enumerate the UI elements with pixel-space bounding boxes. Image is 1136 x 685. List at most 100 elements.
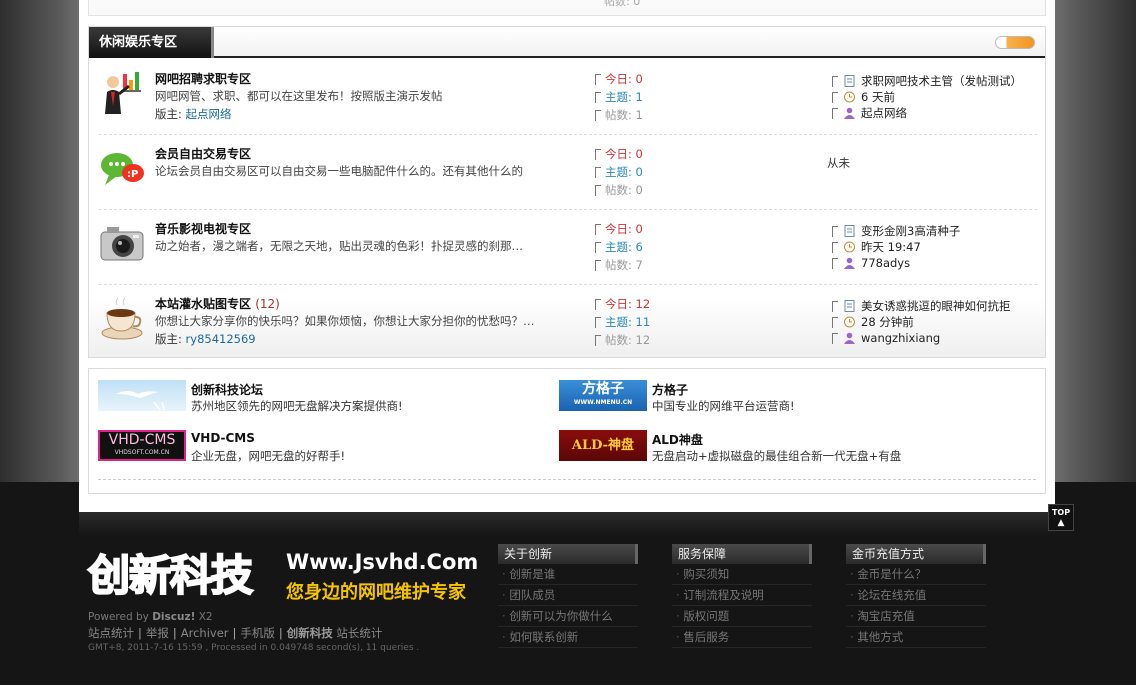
back-to-top-button[interactable]: TOP ▲ [1048, 504, 1074, 531]
last-post-user[interactable]: 起点网络 [861, 106, 907, 120]
footer-column-about: 关于创新 创新是谁 团队成员 创新可以为你做什么 如何联系创新 [498, 544, 638, 648]
link-name[interactable]: 方格子 [652, 381, 688, 398]
category-title[interactable]: 休闲娱乐专区 [89, 27, 214, 58]
footer-link[interactable]: 如何联系创新 [498, 627, 638, 648]
friend-link[interactable]: 方格子 WWW.NMENU.CN 方格子 中国专业的网维平台运营商! [559, 380, 999, 414]
last-post-title[interactable]: 变形金刚3高清种子 [861, 224, 960, 238]
stat-today: 今日: 0 [593, 70, 643, 88]
footer-link[interactable]: 创新可以为你做什么 [498, 606, 638, 627]
last-post-title[interactable]: 美女诱惑挑逗的眼神如何抗拒 [861, 299, 1011, 313]
discuz-link[interactable]: Discuz! [152, 611, 195, 623]
friend-link[interactable]: ALD-神盘 ALD神盘 无盘启动+虚拟磁盘的最佳组合新一代无盘+有盘 [559, 430, 999, 464]
forum-moderator: 版主: 起点网络 [155, 107, 232, 121]
column-title: 关于创新 [498, 544, 638, 564]
footer-link[interactable]: 论坛在线充值 [846, 585, 986, 606]
clock-icon [844, 91, 855, 103]
stat-posts: 帖数: 0 [593, 181, 643, 199]
forum-stats: 今日: 0 主题: 1 帖数: 1 [593, 70, 643, 124]
ald-banner[interactable]: ALD-神盘 [559, 430, 647, 461]
last-post-title[interactable]: 求职网吧技术主管（发帖测试） [861, 74, 1022, 88]
archiver-link[interactable]: Archiver [181, 626, 229, 640]
coffee-cup-icon[interactable] [99, 295, 145, 341]
link-description: 无盘启动+虚拟磁盘的最佳组合新一代无盘+有盘 [652, 449, 902, 463]
stat-posts: 帖数: 12 [593, 331, 650, 349]
site-name-link[interactable]: 创新科技 [287, 626, 333, 640]
forum-title[interactable]: 音乐影视电视专区 [155, 220, 251, 237]
document-icon [844, 225, 855, 237]
footer-links: 站点统计 | 举报 | Archiver | 手机版 | 创新科技 站长统计 [88, 626, 383, 640]
forum-category: 休闲娱乐专区 网吧招聘求职专区 网吧网管、求职、都可以在这里发布！按照版主演示发… [88, 26, 1046, 358]
link-name[interactable]: 创新科技论坛 [191, 381, 263, 398]
last-post-time: 28 分钟前 [861, 315, 914, 329]
footer-link[interactable]: 购买须知 [672, 564, 812, 585]
webmaster-stats-link[interactable]: 站长统计 [336, 626, 382, 640]
forum-stats: 今日: 0 主题: 0 帖数: 0 [593, 145, 643, 199]
last-post-time: 6 天前 [861, 90, 895, 104]
vhdcms-banner[interactable]: VHD-CMS VHDSOFT.COM.CN [98, 430, 186, 461]
stat-topics: 主题: 6 [593, 238, 643, 256]
forum-description: 论坛会员自由交易区可以自由交易一些电脑配件什么的。还有其他什么的 [155, 164, 523, 178]
last-post-never: 从未 [827, 156, 850, 170]
footer-link[interactable]: 创新是谁 [498, 564, 638, 585]
main-content: 帖数: 0 休闲娱乐专区 网吧招聘求职专区 网吧网管、求职、都可以在这里发布！按… [79, 0, 1055, 512]
divider [98, 479, 1036, 480]
site-logo[interactable]: 创新科技 Www.Jsvhd.Com 您身边的网吧维护专家 [87, 548, 478, 606]
camera-icon[interactable] [99, 220, 145, 266]
footer-link[interactable]: 版权问题 [672, 606, 812, 627]
logo-slogan: 您身边的网吧维护专家 [286, 582, 466, 603]
collapse-toggle-icon[interactable] [995, 36, 1035, 49]
powered-by: Powered by Discuz! X2 [88, 611, 213, 623]
last-post-time: 昨天 19:47 [861, 240, 921, 254]
stat-topics: 主题: 0 [593, 163, 643, 181]
last-post: 美女诱惑挑逗的眼神如何抗拒 28 分钟前 wangzhixiang [832, 298, 1011, 346]
chart-presenter-icon[interactable] [99, 70, 145, 116]
forum-list: 网吧招聘求职专区 网吧网管、求职、都可以在这里发布！按照版主演示发帖 版主: 起… [89, 60, 1045, 357]
footer-link[interactable]: 其他方式 [846, 627, 986, 648]
last-post-user[interactable]: wangzhixiang [861, 331, 940, 345]
footer-link[interactable]: 售后服务 [672, 627, 812, 648]
category-header: 休闲娱乐专区 [89, 27, 1045, 58]
processing-info: GMT+8, 2011-7-16 15:59 , Processed in 0.… [88, 643, 420, 653]
stat-posts: 帖数: 1 [593, 106, 643, 124]
forum-moderator: 版主: ry85412569 [155, 332, 256, 346]
stat-today: 今日: 0 [593, 220, 643, 238]
chat-bubble-icon[interactable]: :P [99, 145, 145, 191]
footer-link[interactable]: 订制流程及说明 [672, 585, 812, 606]
bird-banner-icon[interactable] [98, 380, 186, 411]
footer-link[interactable]: 淘宝店充值 [846, 606, 986, 627]
forum-stats: 今日: 0 主题: 6 帖数: 7 [593, 220, 643, 274]
link-name[interactable]: ALD神盘 [652, 431, 703, 448]
svg-text::P: :P [127, 169, 138, 180]
forum-description: 网吧网管、求职、都可以在这里发布！按照版主演示发帖 [155, 89, 443, 103]
previous-category-remnant: 帖数: 0 [88, 0, 1046, 16]
link-name[interactable]: VHD-CMS [191, 431, 255, 445]
forum-title[interactable]: 本站灌水贴图专区 (12) [155, 295, 280, 312]
forum-row: :P 会员自由交易专区 论坛会员自由交易区可以自由交易一些电脑配件什么的。还有其… [99, 135, 1037, 210]
stat-today: 今日: 0 [593, 145, 643, 163]
friend-link[interactable]: VHD-CMS VHDSOFT.COM.CN VHD-CMS 企业无盘，网吧无盘… [98, 430, 538, 464]
friend-link[interactable]: 创新科技论坛 苏州地区领先的网吧无盘解决方案提供商! [98, 380, 538, 414]
logo-url: Www.Jsvhd.Com [286, 550, 479, 574]
stat-topics: 主题: 11 [593, 313, 650, 331]
footer-link[interactable]: 金币是什么？ [846, 564, 986, 585]
forum-title[interactable]: 会员自由交易专区 [155, 145, 251, 162]
fanggezi-banner[interactable]: 方格子 WWW.NMENU.CN [559, 380, 647, 411]
last-post-user[interactable]: 778adys [861, 256, 910, 270]
clock-icon [844, 316, 855, 328]
footer-column-recharge: 金币充值方式 金币是什么？ 论坛在线充值 淘宝店充值 其他方式 [846, 544, 986, 648]
last-post: 求职网吧技术主管（发帖测试） 6 天前 起点网络 [832, 73, 1022, 121]
user-icon [844, 257, 855, 269]
forum-title[interactable]: 网吧招聘求职专区 [155, 70, 251, 87]
user-icon [844, 332, 855, 344]
report-link[interactable]: 举报 [146, 626, 169, 640]
moderator-link[interactable]: ry85412569 [186, 332, 256, 346]
forum-row: 网吧招聘求职专区 网吧网管、求职、都可以在这里发布！按照版主演示发帖 版主: 起… [99, 60, 1037, 135]
stats-link[interactable]: 站点统计 [88, 626, 134, 640]
forum-row: 音乐影视电视专区 动之始者，漫之端者，无限之天地，贴出灵魂的色彩！扑捉灵感的刹那… [99, 210, 1037, 285]
arrow-up-icon: ▲ [1057, 518, 1065, 528]
footer-link[interactable]: 团队成员 [498, 585, 638, 606]
forum-row: 本站灌水贴图专区 (12) 你想让大家分享你的快乐吗？如果你烦恼，你想让大家分担… [99, 285, 1037, 360]
last-post: 变形金刚3高清种子 昨天 19:47 778adys [832, 223, 960, 271]
moderator-link[interactable]: 起点网络 [186, 107, 232, 121]
mobile-link[interactable]: 手机版 [240, 626, 275, 640]
